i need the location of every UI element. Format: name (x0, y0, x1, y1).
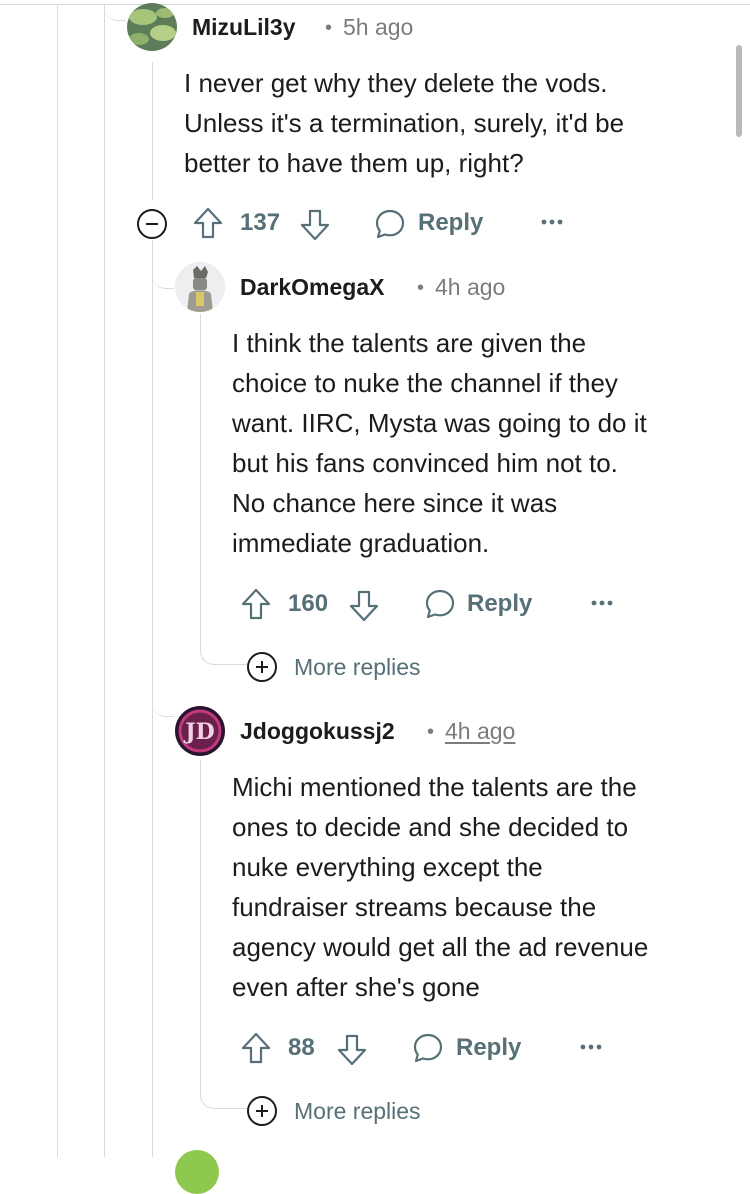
comment-body: I never get why they delete the vods. Un… (184, 63, 624, 183)
thread-connector-reply1 (152, 258, 174, 289)
scrollbar-thumb[interactable] (736, 45, 742, 137)
more-dots-icon (541, 219, 563, 225)
upvote-arrow-icon (241, 1032, 271, 1064)
comment-username[interactable]: Jdoggokussj2 (240, 718, 395, 745)
knight-avatar-icon (175, 262, 225, 312)
comment-line: better to have them up, right? (184, 148, 524, 178)
comment-line: want. IIRC, Mysta was going to do it (232, 408, 647, 438)
reply-button[interactable] (412, 1032, 444, 1064)
meta-separator: • (325, 17, 333, 39)
comment-username[interactable]: MizuLil3y (192, 14, 296, 41)
comment-body: I think the talents are given the choice… (232, 323, 647, 563)
comment-line: even after she's gone (232, 972, 480, 1002)
plus-circle-icon (247, 652, 277, 682)
collapse-thread-button[interactable] (136, 208, 168, 240)
comment-line: but his fans convinced him not to. (232, 448, 618, 478)
reply-button[interactable] (424, 588, 456, 620)
jd-logo-avatar-icon: JD (175, 706, 225, 756)
upvote-button[interactable] (240, 587, 272, 621)
more-replies-link[interactable]: More replies (294, 654, 421, 681)
comment-line: ones to decide and she decided to (232, 812, 629, 842)
comment-line: agency would get all the ad revenue (232, 932, 649, 962)
expand-replies-button[interactable] (246, 651, 278, 683)
downvote-arrow-icon (349, 590, 379, 622)
reply-button[interactable] (374, 208, 406, 240)
downvote-arrow-icon (337, 1034, 367, 1066)
downvote-button[interactable] (336, 1033, 368, 1067)
comment-timestamp[interactable]: 4h ago (445, 718, 515, 745)
more-dots-icon (591, 600, 613, 606)
overflow-menu-button[interactable] (540, 218, 564, 226)
upvote-arrow-icon (241, 588, 271, 620)
reply-label[interactable]: Reply (467, 590, 532, 618)
speech-bubble-icon (425, 589, 455, 619)
avatar[interactable] (175, 262, 225, 312)
meta-separator: • (427, 721, 435, 743)
thread-connector-reply2 (152, 700, 174, 717)
more-replies-link[interactable]: More replies (294, 1098, 421, 1125)
upvote-arrow-icon (193, 207, 223, 239)
meta-separator: • (417, 277, 425, 299)
comment-timestamp[interactable]: 4h ago (435, 274, 505, 301)
lily-pad-avatar-icon (127, 3, 177, 51)
speech-bubble-icon (413, 1033, 443, 1063)
comment-line: nuke everything except the (232, 852, 543, 882)
thread-line-comment1 (152, 62, 153, 200)
vote-count: 88 (288, 1034, 315, 1061)
more-dots-icon (580, 1044, 602, 1050)
comment-timestamp[interactable]: 5h ago (343, 14, 413, 41)
speech-bubble-icon (375, 209, 405, 239)
comment-line: Unless it's a termination, surely, it'd … (184, 108, 625, 138)
comment-body: Michi mentioned the talents are the ones… (232, 767, 648, 1007)
upvote-button[interactable] (240, 1031, 272, 1065)
comment-line: Michi mentioned the talents are the (232, 772, 637, 802)
svg-text:JD: JD (183, 719, 215, 745)
upvote-button[interactable] (192, 206, 224, 240)
thread-line-outer (57, 5, 58, 1157)
comment-line: choice to nuke the channel if they (232, 368, 618, 398)
comment-line: I think the talents are given the (232, 328, 587, 358)
comment-line: immediate graduation. (232, 528, 490, 558)
thread-line-comment1-replies (152, 240, 153, 1157)
comment-line: I never get why they delete the vods. (184, 68, 608, 98)
avatar[interactable] (127, 3, 177, 51)
downvote-button[interactable] (299, 208, 331, 242)
comment-username[interactable]: DarkOmegaX (240, 274, 384, 301)
comment-line: fundraiser streams because the (232, 892, 597, 922)
vote-count: 137 (240, 209, 281, 236)
minus-circle-icon (137, 209, 167, 239)
vote-count: 160 (288, 590, 329, 617)
overflow-menu-button[interactable] (579, 1043, 603, 1051)
thread-connector-top (104, 0, 126, 21)
reply-label[interactable]: Reply (456, 1034, 521, 1062)
downvote-arrow-icon (300, 209, 330, 241)
downvote-button[interactable] (348, 589, 380, 623)
overflow-menu-button[interactable] (590, 599, 614, 607)
reply-label[interactable]: Reply (418, 209, 483, 237)
expand-replies-button[interactable] (246, 1095, 278, 1127)
thread-line-parent (104, 5, 105, 1157)
plus-circle-icon (247, 1096, 277, 1126)
comment-line: No chance here since it was (232, 488, 558, 518)
avatar[interactable]: JD (175, 706, 225, 756)
